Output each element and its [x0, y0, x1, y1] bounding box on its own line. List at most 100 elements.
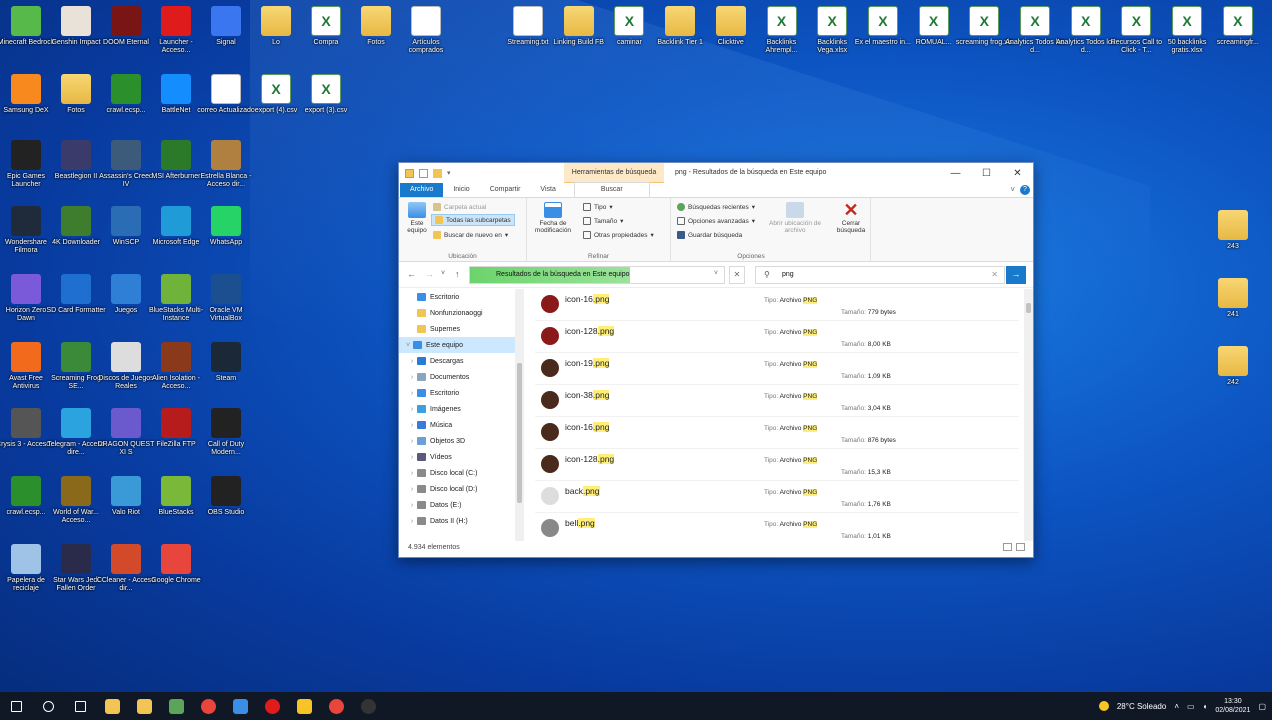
network-icon[interactable]: ▭ [1187, 702, 1195, 711]
forward-icon[interactable]: → [425, 269, 434, 279]
desktop-icon[interactable]: Artículos comprados [396, 6, 456, 55]
qat-dropdown-icon[interactable]: ▾ [447, 169, 453, 178]
nav-item[interactable]: ˅ Este equipo [399, 337, 523, 353]
nav-item[interactable]: › Documentos [399, 369, 523, 385]
expand-chevron-icon[interactable]: › [407, 438, 417, 445]
result-row[interactable]: icon-16.png Tipo: Archivo PNG Tamaño: 876 … [535, 417, 1019, 449]
tamano-button[interactable]: Tamaño ▾ [583, 215, 623, 227]
minimize-button[interactable]: — [940, 163, 971, 183]
back-icon[interactable]: ← [407, 269, 416, 279]
tab-vista[interactable]: Vista [530, 183, 565, 197]
file-explorer-window[interactable]: ▾ Herramientas de búsqueda png - Resulta… [398, 162, 1034, 558]
taskbar-search-button[interactable] [32, 692, 64, 720]
expand-chevron-icon[interactable]: › [407, 374, 417, 381]
taskbar-start-button[interactable] [0, 692, 32, 720]
help-icon[interactable]: ? [1020, 185, 1030, 195]
results-scroll-thumb[interactable] [1026, 303, 1031, 313]
desktop-icon[interactable]: 241 [1203, 278, 1263, 319]
clock[interactable]: 13:30 02/08/2021 [1215, 697, 1250, 715]
taskbar-chrome-button[interactable] [192, 692, 224, 720]
tipo-button[interactable]: Tipo ▾ [583, 201, 613, 213]
taskbar-file-explorer-button[interactable] [96, 692, 128, 720]
taskbar-chrome-2-button[interactable] [320, 692, 352, 720]
tab-compartir[interactable]: Compartir [480, 183, 531, 197]
desktop-icon[interactable]: WhatsApp [196, 206, 256, 247]
taskbar-store-button[interactable] [128, 692, 160, 720]
desktop-icon[interactable]: Oracle VM VirtualBox [196, 274, 256, 323]
maximize-button[interactable]: ☐ [971, 163, 1002, 183]
details-view-icon[interactable] [1003, 543, 1012, 551]
address-dropdown-icon[interactable]: ˅ [714, 270, 718, 277]
carpeta-actual-button[interactable]: Carpeta actual [433, 201, 486, 213]
desktop-icon[interactable]: 242 [1203, 346, 1263, 387]
taskbar-task-view-button[interactable] [64, 692, 96, 720]
expand-chevron-icon[interactable]: › [407, 486, 417, 493]
busquedas-recientes-button[interactable]: Búsquedas recientes ▾ [677, 201, 755, 213]
abrir-ubicacion-button[interactable]: Abrir ubicación de archivo [767, 202, 823, 234]
expand-chevron-icon[interactable]: › [407, 406, 417, 413]
expand-chevron-icon[interactable]: › [407, 422, 417, 429]
nav-item[interactable]: Nonfunzionaoggi [399, 305, 523, 321]
address-bar[interactable]: Resultados de la búsqueda en Este equipo… [469, 266, 725, 284]
close-button[interactable]: ✕ [1002, 163, 1033, 183]
expand-chevron-icon[interactable]: › [407, 470, 417, 477]
expand-chevron-icon[interactable]: › [407, 454, 417, 461]
nav-item[interactable]: › Disco local (D:) [399, 481, 523, 497]
taskbar-sticky-button[interactable] [288, 692, 320, 720]
volume-icon[interactable]: ◖ [1203, 702, 1208, 711]
clear-search-icon[interactable]: ✕ [991, 270, 998, 279]
desktop-icon[interactable]: Xscreamingfr... [1208, 6, 1268, 47]
tab-buscar[interactable]: Buscar [573, 182, 650, 197]
otras-propiedades-button[interactable]: Otras propiedades ▾ [583, 229, 654, 241]
search-box[interactable]: ⚲ png ✕ [755, 266, 1005, 284]
expand-chevron-icon[interactable]: › [407, 518, 417, 525]
nav-item[interactable]: › Disco local (C:) [399, 465, 523, 481]
fecha-modificacion-button[interactable]: Fecha de modificación [530, 202, 576, 234]
result-row[interactable]: icon-128.png Tipo: Archivo PNG Tamaño: 8,0… [535, 321, 1019, 353]
result-row[interactable]: icon-38.png Tipo: Archivo PNG Tamaño: 3,04… [535, 385, 1019, 417]
desktop-icon[interactable]: OBS Studio [196, 476, 256, 517]
taskbar-remote-button[interactable] [224, 692, 256, 720]
properties-icon[interactable] [419, 168, 428, 178]
result-row[interactable]: icon-128.png Tipo: Archivo PNG Tamaño: 15,… [535, 449, 1019, 481]
desktop-icon[interactable]: Google Chrome [146, 544, 206, 585]
expand-chevron-icon[interactable]: › [407, 390, 417, 397]
show-hidden-icons-icon[interactable]: ˄ [1174, 702, 1179, 711]
result-row[interactable]: icon-16.png Tipo: Archivo PNG Tamaño: 779 … [535, 289, 1019, 321]
opciones-avanzadas-button[interactable]: Opciones avanzadas ▾ [677, 215, 755, 227]
nav-item[interactable]: › Objetos 3D [399, 433, 523, 449]
nav-item[interactable]: › Imágenes [399, 401, 523, 417]
expand-chevron-icon[interactable]: ˅ [403, 342, 413, 349]
nav-scrollbar[interactable] [515, 289, 524, 541]
cerrar-busqueda-button[interactable]: ✕ Cerrar búsqueda [831, 201, 871, 234]
desktop-icon[interactable]: Steam [196, 342, 256, 383]
up-icon[interactable]: ↑ [455, 269, 460, 279]
nav-item[interactable]: › Vídeos [399, 449, 523, 465]
search-go-button[interactable]: → [1006, 266, 1026, 284]
title-bar[interactable]: ▾ Herramientas de búsqueda png - Resulta… [399, 163, 1033, 183]
recent-locations-icon[interactable]: ˅ [441, 270, 445, 277]
nav-item[interactable]: Escritorio [399, 289, 523, 305]
result-row[interactable]: back.png Tipo: Archivo PNG Tamaño: 1,76 KB [535, 481, 1019, 513]
result-row[interactable]: bell.png Tipo: Archivo PNG Tamaño: 1,01 KB [535, 513, 1019, 541]
stop-search-button[interactable]: ✕ [729, 266, 745, 284]
tab-archivo[interactable]: Archivo [400, 183, 444, 197]
buscar-de-nuevo-button[interactable]: Buscar de nuevo en ▾ [433, 229, 508, 241]
weather-text[interactable]: 28°C Soleado [1117, 702, 1166, 711]
large-icons-view-icon[interactable] [1016, 543, 1025, 551]
nav-scroll-thumb[interactable] [517, 363, 522, 503]
guardar-busqueda-button[interactable]: Guardar búsqueda [677, 229, 742, 241]
taskbar-screaming-frog-button[interactable] [160, 692, 192, 720]
desktop-icon[interactable]: Call of Duty Modern... [196, 408, 256, 457]
results-scrollbar[interactable] [1024, 289, 1033, 541]
nav-item[interactable]: › Música [399, 417, 523, 433]
nav-item[interactable]: › Datos (E:) [399, 497, 523, 513]
result-row[interactable]: icon-19.png Tipo: Archivo PNG Tamaño: 1,09… [535, 353, 1019, 385]
desktop-icon[interactable]: Xexport (3).csv [296, 74, 356, 115]
todas-subcarpetas-button[interactable]: Todas las subcarpetas [431, 214, 515, 226]
nav-item[interactable]: › Escritorio [399, 385, 523, 401]
nav-item[interactable]: › Datos II (H:) [399, 513, 523, 529]
taskbar-obs-button[interactable] [352, 692, 384, 720]
expand-chevron-icon[interactable]: › [407, 358, 417, 365]
notifications-icon[interactable]: ▢ [1258, 702, 1266, 711]
